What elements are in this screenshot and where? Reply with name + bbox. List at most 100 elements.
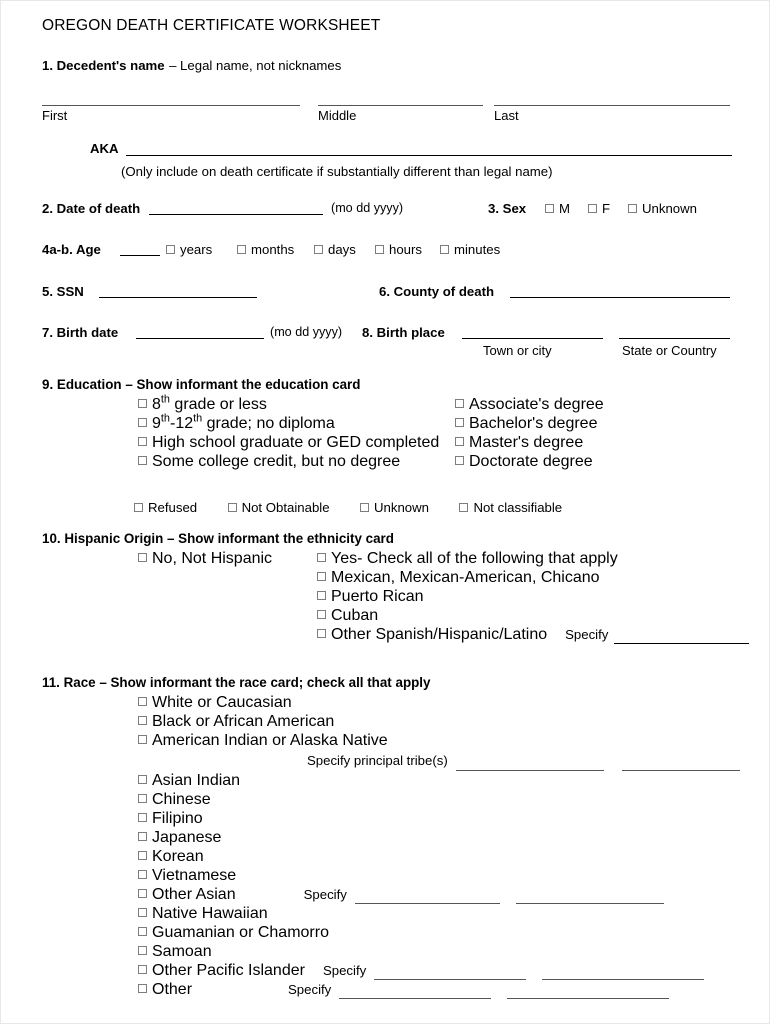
county-of-death-input[interactable]	[510, 284, 730, 298]
checkbox-icon[interactable]	[138, 889, 147, 899]
education-option-masters[interactable]: Master's degree	[455, 433, 604, 452]
education-option-associates[interactable]: Associate's degree	[455, 395, 604, 414]
race-tribe-input-2[interactable]	[621, 757, 740, 771]
education-option-not-classifiable[interactable]: Not classifiable	[459, 500, 562, 515]
age-unit-years[interactable]: years	[166, 242, 212, 257]
checkbox-icon[interactable]	[455, 399, 464, 409]
race-other-specify-input-2[interactable]	[507, 985, 670, 999]
checkbox-icon[interactable]	[455, 418, 464, 428]
checkbox-icon[interactable]	[138, 870, 147, 880]
checkbox-icon[interactable]	[545, 204, 554, 214]
race-tribe-input-1[interactable]	[455, 757, 604, 771]
checkbox-icon[interactable]	[455, 456, 464, 466]
race-option-other-pacific-islander[interactable]: Other Pacific Islander Specify	[42, 961, 730, 980]
education-option-8th-grade[interactable]: 8th grade or less	[138, 394, 439, 414]
checkbox-icon[interactable]	[138, 984, 147, 994]
checkbox-icon[interactable]	[138, 813, 147, 823]
race-option-other-asian[interactable]: Other Asian Specify	[42, 885, 730, 904]
age-unit-minutes[interactable]: minutes	[440, 242, 500, 257]
hispanic-option-puerto-rican[interactable]: Puerto Rican	[317, 587, 749, 606]
checkbox-icon[interactable]	[138, 908, 147, 918]
middle-name-field[interactable]: Middle	[318, 105, 483, 123]
race-other-asian-specify-input-2[interactable]	[515, 890, 664, 904]
checkbox-icon[interactable]	[138, 775, 147, 785]
checkbox-icon[interactable]	[375, 245, 384, 255]
hispanic-option-other-spanish[interactable]: Other Spanish/Hispanic/Latino Specify	[317, 625, 750, 644]
checkbox-icon[interactable]	[138, 927, 147, 937]
hispanic-specify-input[interactable]	[614, 630, 750, 644]
race-other-pacific-specify-input-2[interactable]	[542, 966, 705, 980]
checkbox-icon[interactable]	[138, 716, 147, 726]
checkbox-icon[interactable]	[138, 965, 147, 975]
race-option-asian-indian[interactable]: Asian Indian	[42, 771, 730, 790]
age-unit-hours[interactable]: hours	[375, 242, 422, 257]
sex-option-unknown[interactable]: Unknown	[628, 201, 697, 216]
checkbox-icon[interactable]	[317, 553, 326, 563]
checkbox-icon[interactable]	[138, 399, 147, 409]
race-option-native-hawaiian[interactable]: Native Hawaiian	[42, 904, 730, 923]
first-name-input-line[interactable]	[42, 105, 300, 106]
education-option-high-school[interactable]: High school graduate or GED completed	[138, 433, 439, 452]
education-option-bachelors[interactable]: Bachelor's degree	[455, 414, 604, 433]
education-option-doctorate[interactable]: Doctorate degree	[455, 452, 604, 471]
checkbox-icon[interactable]	[314, 245, 323, 255]
last-name-field[interactable]: Last	[494, 105, 730, 123]
race-option-american-indian[interactable]: American Indian or Alaska Native	[42, 731, 730, 750]
checkbox-icon[interactable]	[317, 591, 326, 601]
education-option-refused[interactable]: Refused	[134, 500, 197, 515]
checkbox-icon[interactable]	[440, 245, 449, 255]
race-option-guamanian[interactable]: Guamanian or Chamorro	[42, 923, 730, 942]
hispanic-option-mexican[interactable]: Mexican, Mexican-American, Chicano	[317, 568, 749, 587]
checkbox-icon[interactable]	[166, 245, 175, 255]
hispanic-option-no[interactable]: No, Not Hispanic	[138, 549, 272, 568]
checkbox-icon[interactable]	[138, 735, 147, 745]
race-option-japanese[interactable]: Japanese	[42, 828, 730, 847]
checkbox-icon[interactable]	[360, 503, 370, 513]
race-option-white[interactable]: White or Caucasian	[42, 693, 730, 712]
ssn-input[interactable]	[99, 284, 257, 298]
age-value-input[interactable]	[120, 242, 160, 256]
race-option-filipino[interactable]: Filipino	[42, 809, 730, 828]
education-option-not-obtainable[interactable]: Not Obtainable	[227, 500, 330, 515]
checkbox-icon[interactable]	[138, 851, 147, 861]
aka-input-line[interactable]	[126, 155, 732, 156]
checkbox-icon[interactable]	[138, 456, 147, 466]
sex-option-male[interactable]: M	[545, 201, 570, 216]
checkbox-icon[interactable]	[138, 946, 147, 956]
checkbox-icon[interactable]	[138, 553, 147, 563]
race-other-specify-input-1[interactable]	[339, 985, 492, 999]
age-unit-days[interactable]: days	[314, 242, 356, 257]
race-option-vietnamese[interactable]: Vietnamese	[42, 866, 730, 885]
checkbox-icon[interactable]	[138, 794, 147, 804]
age-unit-months[interactable]: months	[237, 242, 294, 257]
checkbox-icon[interactable]	[237, 245, 246, 255]
checkbox-icon[interactable]	[138, 697, 147, 707]
first-name-field[interactable]: First	[42, 105, 300, 123]
checkbox-icon[interactable]	[459, 503, 469, 513]
checkbox-icon[interactable]	[455, 437, 464, 447]
race-option-samoan[interactable]: Samoan	[42, 942, 730, 961]
date-of-death-input[interactable]	[149, 201, 323, 215]
checkbox-icon[interactable]	[317, 610, 326, 620]
sex-option-female[interactable]: F	[588, 201, 610, 216]
checkbox-icon[interactable]	[227, 503, 237, 513]
middle-name-input-line[interactable]	[318, 105, 483, 106]
checkbox-icon[interactable]	[317, 572, 326, 582]
birth-date-input[interactable]	[136, 325, 264, 339]
hispanic-option-cuban[interactable]: Cuban	[317, 606, 749, 625]
checkbox-icon[interactable]	[138, 437, 147, 447]
hispanic-option-yes[interactable]: Yes- Check all of the following that app…	[317, 549, 749, 568]
last-name-input-line[interactable]	[494, 105, 730, 106]
race-option-other[interactable]: Other Specify	[42, 980, 730, 999]
education-option-unknown[interactable]: Unknown	[360, 500, 429, 515]
race-option-korean[interactable]: Korean	[42, 847, 730, 866]
checkbox-icon[interactable]	[138, 418, 147, 428]
checkbox-icon[interactable]	[138, 832, 147, 842]
race-other-asian-specify-input-1[interactable]	[354, 890, 500, 904]
birth-place-town-input[interactable]	[462, 325, 603, 339]
education-option-some-college[interactable]: Some college credit, but no degree	[138, 452, 439, 471]
race-other-pacific-specify-input-1[interactable]	[374, 966, 527, 980]
checkbox-icon[interactable]	[588, 204, 597, 214]
race-option-chinese[interactable]: Chinese	[42, 790, 730, 809]
checkbox-icon[interactable]	[317, 629, 326, 639]
